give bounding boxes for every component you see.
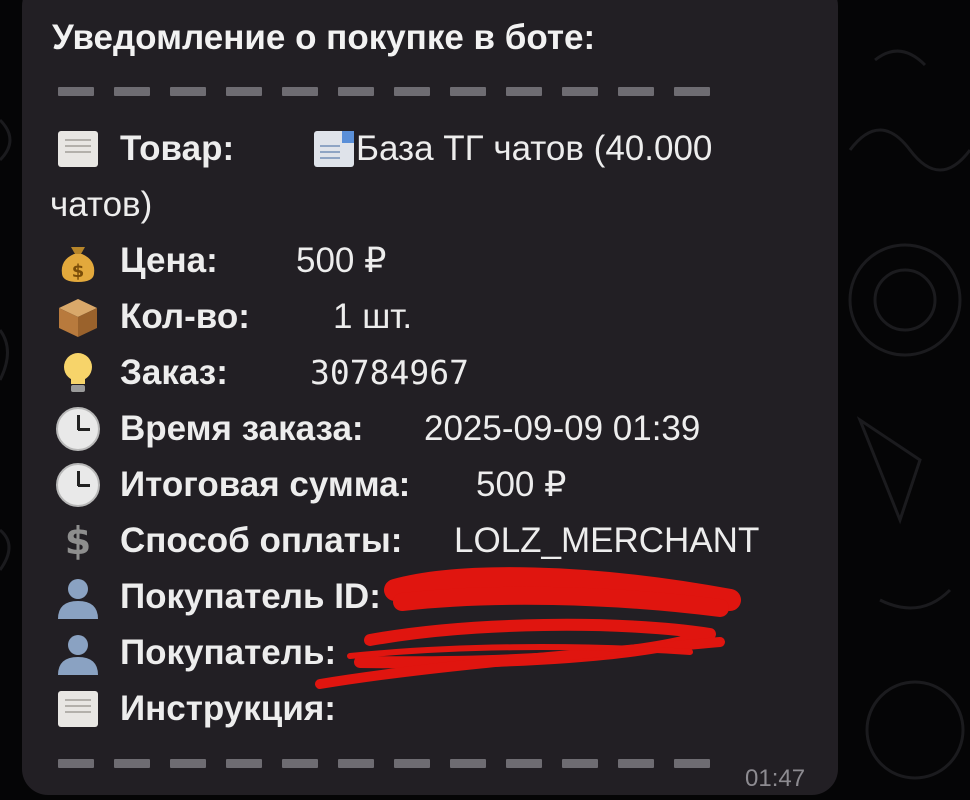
order-row: Заказ: 30784967 bbox=[50, 348, 810, 398]
lightbulb-icon bbox=[50, 348, 106, 398]
order-label: Заказ: bbox=[120, 353, 228, 392]
document-icon bbox=[314, 131, 354, 167]
quantity-row: Кол-во: 1 шт. bbox=[50, 292, 810, 342]
quantity-label: Кол-во: bbox=[120, 297, 250, 336]
price-value: 500 ₽ bbox=[296, 241, 387, 280]
payment-row: $ Способ оплаты: LOLZ_MERCHANT bbox=[50, 516, 830, 566]
product-row: Товар: База ТГ чатов (40.000 bbox=[50, 124, 830, 174]
product-value: База ТГ чатов (40.000 bbox=[356, 129, 713, 168]
total-row: Итоговая сумма: 500 ₽ bbox=[50, 460, 810, 510]
message-timestamp: 01:47 bbox=[745, 765, 806, 792]
payment-value: LOLZ_MERCHANT bbox=[454, 521, 760, 560]
instruction-row: Инструкция: bbox=[50, 684, 810, 734]
redaction-scribble bbox=[315, 567, 741, 689]
user-icon bbox=[50, 572, 106, 622]
product-label: Товар: bbox=[120, 129, 235, 168]
product-value-continuation: чатов) bbox=[50, 185, 153, 224]
svg-text:$: $ bbox=[72, 261, 85, 282]
order-time-row: Время заказа: 2025-09-09 01:39 bbox=[50, 404, 810, 454]
user-icon bbox=[50, 628, 106, 678]
page-icon bbox=[50, 124, 106, 174]
order-value: 30784967 bbox=[310, 353, 469, 392]
price-row: $ Цена: 500 ₽ bbox=[50, 236, 810, 286]
dollar-icon: $ bbox=[64, 519, 92, 563]
instruction-label: Инструкция: bbox=[120, 689, 336, 728]
order-time-label: Время заказа: bbox=[120, 409, 364, 448]
package-icon bbox=[50, 292, 106, 342]
total-label: Итоговая сумма: bbox=[120, 465, 411, 504]
page-icon bbox=[50, 684, 106, 734]
total-value: 500 ₽ bbox=[476, 465, 567, 504]
order-time-value: 2025-09-09 01:39 bbox=[424, 409, 701, 448]
price-label: Цена: bbox=[120, 241, 218, 280]
quantity-value: 1 шт. bbox=[333, 297, 413, 336]
clock-icon bbox=[50, 404, 106, 454]
payment-label: Способ оплаты: bbox=[120, 521, 403, 560]
clock-icon bbox=[50, 460, 106, 510]
message-title: Уведомление о покупке в боте: bbox=[52, 18, 596, 57]
money-bag-icon: $ bbox=[50, 236, 106, 286]
